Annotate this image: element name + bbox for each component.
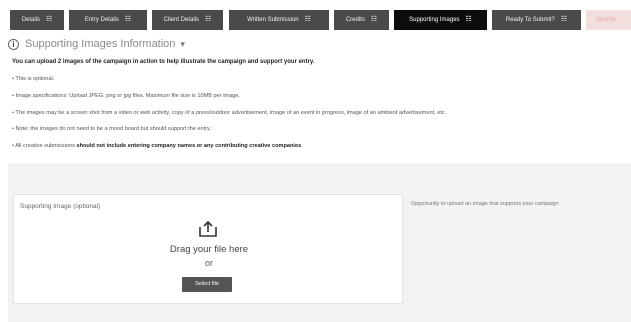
tab-label: Details bbox=[21, 17, 41, 23]
chevron-down-icon: ▾ bbox=[180, 38, 185, 49]
tab-entry-details[interactable]: Entry Details ☷ bbox=[69, 10, 147, 30]
list-icon: ☷ bbox=[465, 16, 472, 23]
instruction-bullet-last: • All creative submissions should not in… bbox=[12, 143, 303, 149]
tab-supporting-images[interactable]: Supporting Images ☷ bbox=[394, 10, 487, 30]
section-heading[interactable]: i Supporting Images Information ▾ bbox=[8, 36, 185, 52]
list-icon: ☷ bbox=[370, 16, 378, 23]
tab-client-details[interactable]: Client Details ☷ bbox=[152, 10, 223, 30]
tab-label: Supporting Images bbox=[409, 17, 460, 23]
drag-text: Drag your file here bbox=[169, 244, 249, 255]
bullet-prefix: • All creative submissions bbox=[12, 143, 77, 149]
or-text: or bbox=[204, 258, 213, 268]
list-icon: ☷ bbox=[205, 16, 212, 23]
tab-bar: Details ☷ Entry Details ☷ Client Details ☷ … bbox=[0, 0, 631, 33]
list-icon: ☷ bbox=[304, 16, 311, 23]
instruction-bullet: • The images may be a screen shot from a… bbox=[12, 110, 447, 116]
tab-label: Client Details bbox=[163, 17, 200, 23]
tab-credits[interactable]: Credits ☷ bbox=[334, 10, 389, 30]
select-file-button[interactable]: Select file bbox=[182, 277, 232, 292]
instruction-bullet: • Note: the images do not need to be a m… bbox=[12, 126, 212, 132]
bullet-suffix: . bbox=[301, 143, 303, 149]
tab-label: Credits bbox=[345, 17, 365, 23]
instruction-bullet: • This is optional. bbox=[12, 76, 55, 82]
tab-ready-to-submit[interactable]: Ready To Submit? ☷ bbox=[492, 10, 581, 30]
tab-label: Entry Details bbox=[84, 17, 119, 23]
tab-details[interactable]: Details ☷ bbox=[10, 10, 64, 30]
upload-dropzone[interactable]: Supporting Image (optional) Drag your fi… bbox=[13, 194, 403, 304]
list-icon: ☷ bbox=[560, 16, 568, 23]
info-icon: i bbox=[8, 38, 19, 50]
section-title: Supporting Images Information bbox=[25, 38, 176, 50]
bullet-bold: should not include entering company name… bbox=[76, 143, 302, 149]
tab-label: Written Submission bbox=[247, 17, 299, 23]
list-icon: ☷ bbox=[124, 16, 132, 23]
tab-label: Shortlis bbox=[596, 17, 617, 23]
tab-written-submission[interactable]: Written Submission ☷ bbox=[229, 10, 329, 30]
tab-label: Ready To Submit? bbox=[505, 17, 555, 23]
tab-shortlist[interactable]: Shortlis bbox=[586, 10, 631, 30]
list-icon: ☷ bbox=[46, 16, 53, 23]
upload-help-text: Opportunity to upload an image that supp… bbox=[411, 201, 559, 207]
instructions-intro: You can upload 2 images of the campaign … bbox=[12, 59, 315, 65]
instruction-bullet: • Image specifications: Upload JPEG, png… bbox=[12, 93, 240, 99]
upload-icon bbox=[199, 220, 217, 237]
upload-label: Supporting Image (optional) bbox=[20, 203, 101, 210]
